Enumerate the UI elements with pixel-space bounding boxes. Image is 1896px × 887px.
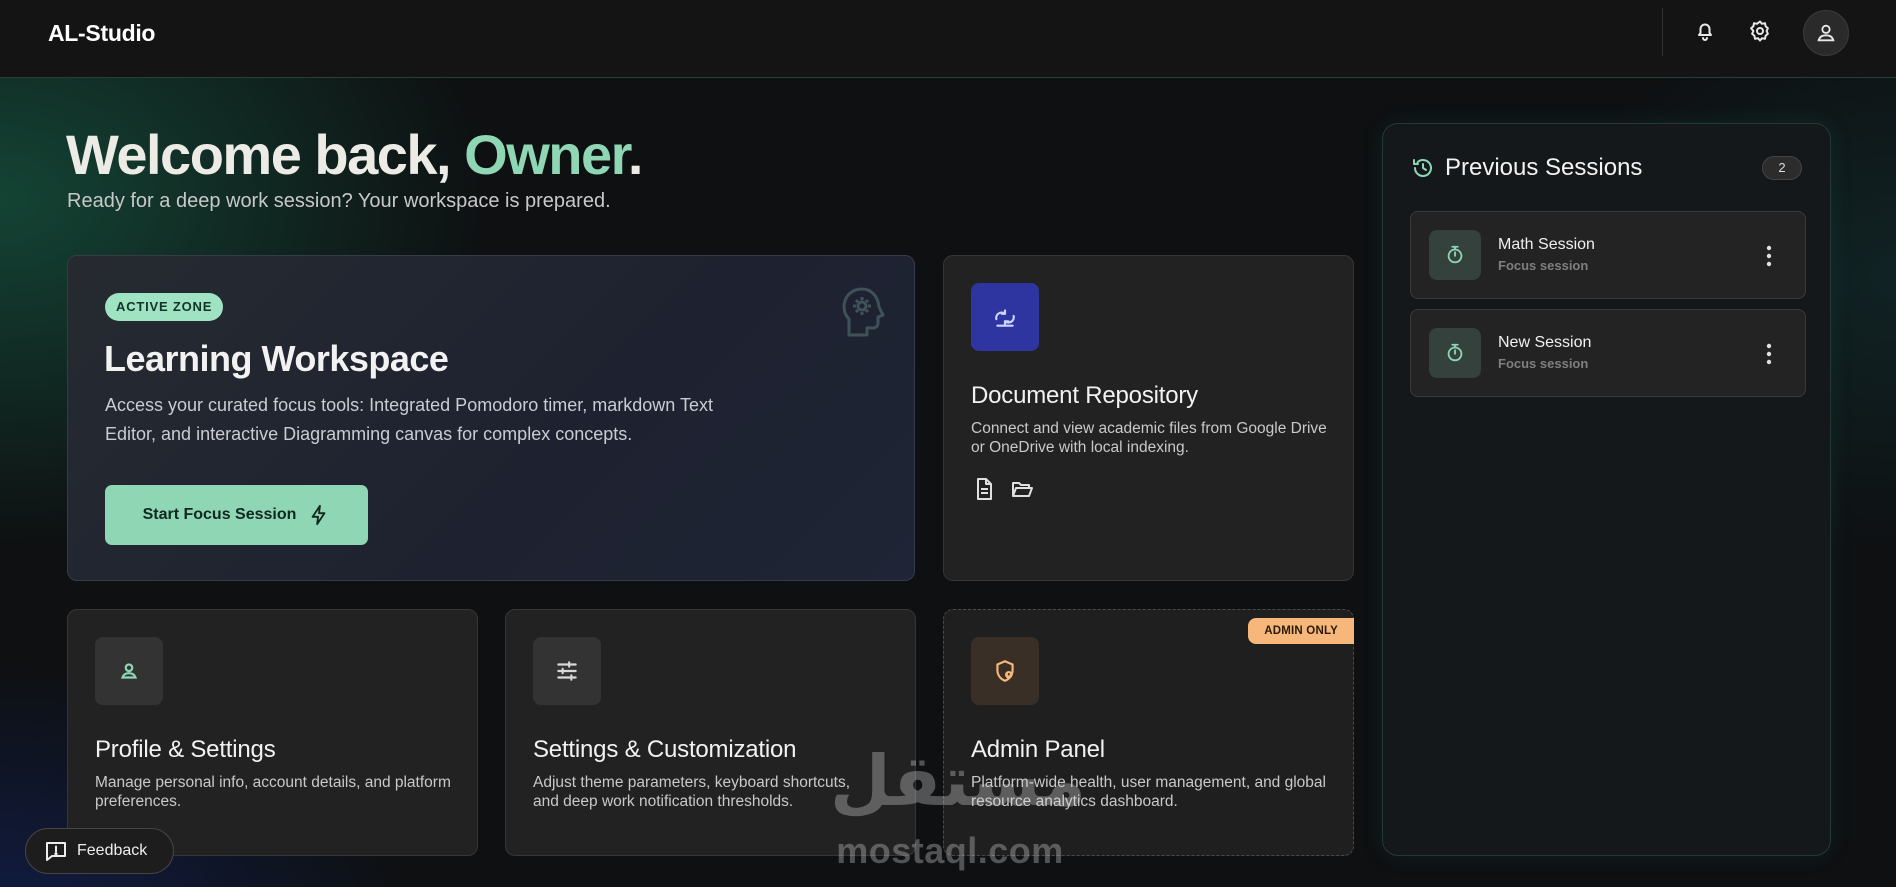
session-type: Focus session xyxy=(1498,356,1589,371)
active-zone-badge: ACTIVE ZONE xyxy=(105,293,224,321)
user-name: Owner xyxy=(464,123,629,186)
folder-open-icon xyxy=(1012,482,1033,497)
user-avatar-button[interactable] xyxy=(1803,10,1849,56)
watermark-latin: mostaql.com xyxy=(836,830,1064,871)
shield-user-icon xyxy=(996,660,1014,682)
admin-only-badge: ADMIN ONLY xyxy=(1248,618,1354,644)
session-name: Math Session xyxy=(1498,236,1595,253)
profile-settings-card[interactable]: Profile & Settings Manage personal info,… xyxy=(67,609,478,856)
top-bar: AL-Studio xyxy=(0,0,1896,78)
learning-workspace-title: Learning Workspace xyxy=(104,338,449,379)
session-type: Focus session xyxy=(1498,258,1589,273)
session-tile xyxy=(1429,230,1481,280)
feedback-icon xyxy=(46,842,66,861)
lightning-icon xyxy=(312,504,326,526)
settings-customization-description: Adjust theme parameters, keyboard shortc… xyxy=(533,774,851,810)
brand-logo[interactable]: AL-Studio xyxy=(48,20,155,47)
session-name: New Session xyxy=(1498,334,1592,351)
sessions-count-badge: 2 xyxy=(1762,156,1802,180)
file-icon xyxy=(977,478,992,500)
document-repository-description: Connect and view academic files from Goo… xyxy=(971,420,1327,456)
settings-button[interactable] xyxy=(1743,14,1777,48)
feedback-button[interactable]: Feedback xyxy=(25,828,174,874)
document-repository-tile xyxy=(971,283,1039,351)
sliders-icon xyxy=(557,661,577,681)
timer-icon xyxy=(1447,343,1463,362)
folder-icon-button[interactable] xyxy=(1009,476,1035,502)
more-vertical-icon xyxy=(1766,343,1772,365)
file-icon-button[interactable] xyxy=(971,476,997,502)
document-repository-title: Document Repository xyxy=(971,382,1198,409)
profile-settings-title: Profile & Settings xyxy=(95,736,276,763)
welcome-subtitle: Ready for a deep work session? Your work… xyxy=(67,190,611,212)
profile-tile xyxy=(95,637,163,705)
gear-icon xyxy=(1750,20,1769,42)
session-item[interactable]: New Session Focus session xyxy=(1410,309,1806,397)
start-focus-session-label: Start Focus Session xyxy=(142,506,297,523)
brain-gear-icon xyxy=(842,287,885,337)
start-focus-session-button[interactable]: Start Focus Session xyxy=(105,485,368,545)
welcome-suffix: . xyxy=(627,123,644,186)
header-divider xyxy=(1662,8,1663,56)
document-repository-card[interactable]: Document Repository Connect and view aca… xyxy=(943,255,1354,581)
person-icon xyxy=(120,663,138,679)
welcome-prefix: Welcome back, xyxy=(66,123,465,186)
admin-tile xyxy=(971,637,1039,705)
session-more-button[interactable] xyxy=(1757,242,1781,270)
watermark: مستقل mostaql.com xyxy=(830,738,1087,871)
user-icon xyxy=(1817,24,1835,42)
previous-sessions-title: Previous Sessions xyxy=(1445,154,1643,181)
learning-workspace-description: Access your curated focus tools: Integra… xyxy=(105,395,713,444)
previous-sessions-panel: Previous Sessions 2 Math Session Focus s… xyxy=(1382,123,1831,856)
bell-icon xyxy=(1698,23,1712,41)
settings-customization-title: Settings & Customization xyxy=(533,736,797,763)
customization-tile xyxy=(533,637,601,705)
notifications-button[interactable] xyxy=(1688,14,1722,48)
session-more-button[interactable] xyxy=(1757,340,1781,368)
cloud-sync-icon xyxy=(995,309,1015,327)
learning-workspace-card[interactable]: ACTIVE ZONE Learning Workspace Access yo… xyxy=(67,255,915,581)
session-item[interactable]: Math Session Focus session xyxy=(1410,211,1806,299)
more-vertical-icon xyxy=(1766,245,1772,267)
history-icon xyxy=(1413,159,1432,177)
welcome-heading: Welcome back, Owner. xyxy=(66,122,644,187)
watermark-arabic: مستقل xyxy=(830,740,1087,822)
timer-icon xyxy=(1447,245,1463,264)
profile-settings-description: Manage personal info, account details, a… xyxy=(95,774,451,810)
document-actions xyxy=(971,476,1035,502)
feedback-label: Feedback xyxy=(77,842,148,859)
session-tile xyxy=(1429,328,1481,378)
